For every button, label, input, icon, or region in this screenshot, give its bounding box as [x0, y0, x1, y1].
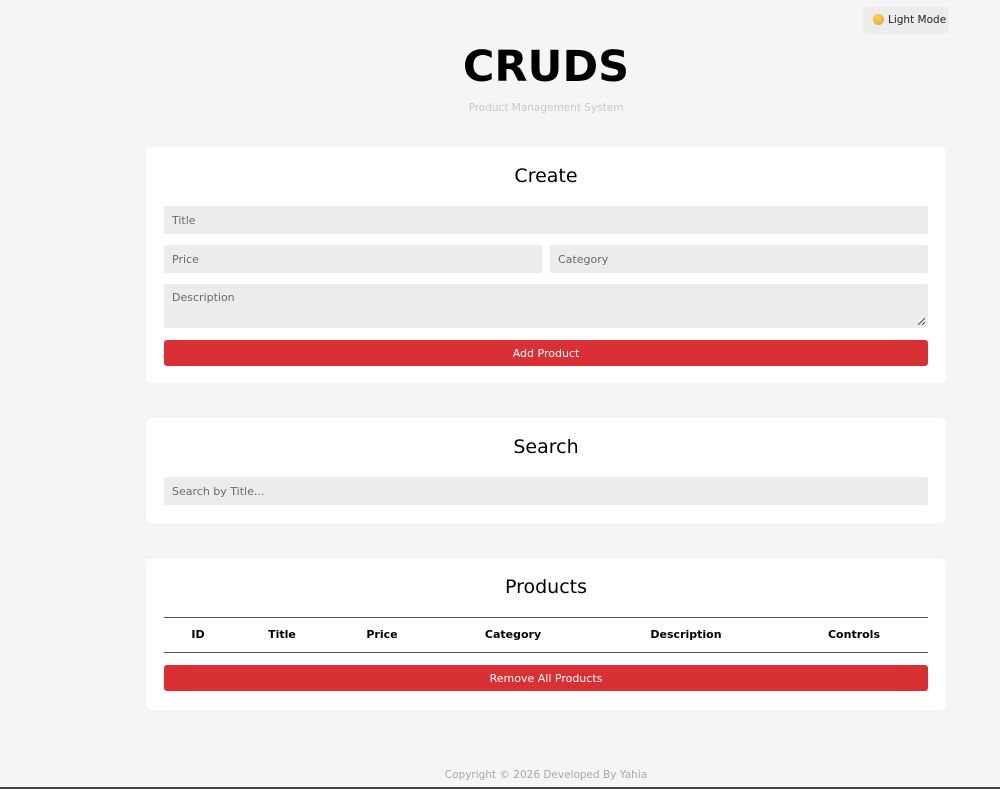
add-product-button[interactable]: Add Product [164, 340, 928, 366]
search-heading: Search [513, 436, 579, 458]
column-header-id: ID [191, 628, 205, 641]
column-header-title: Title [268, 628, 296, 641]
create-heading: Create [514, 165, 578, 187]
column-header-price: Price [366, 628, 398, 641]
column-header-description: Description [650, 628, 722, 641]
column-header-controls: Controls [827, 628, 881, 641]
title-input[interactable] [164, 206, 928, 234]
theme-toggle-label: Light Mode [888, 13, 947, 26]
products-heading: Products [504, 576, 588, 598]
products-table-header: ID Title Price Category Description Cont… [164, 617, 928, 653]
sun-icon [873, 14, 884, 25]
search-input[interactable] [164, 477, 928, 505]
products-card: Products ID Title Price Category Descrip… [146, 559, 946, 710]
resize-handle-icon[interactable] [918, 318, 925, 325]
description-wrapper [164, 284, 928, 328]
page-subtitle: Product Management System [468, 102, 624, 114]
footer-copyright: Copyright © 2026 Developed By Yahia [444, 769, 648, 781]
category-input[interactable] [550, 245, 928, 273]
price-input[interactable] [164, 245, 542, 273]
search-card: Search [146, 418, 946, 523]
create-card: Create Add Product [146, 147, 946, 383]
column-header-category: Category [484, 628, 542, 641]
description-textarea[interactable] [164, 284, 928, 328]
page-title: CRUDS [462, 42, 630, 92]
remove-all-products-button[interactable]: Remove All Products [164, 665, 928, 691]
theme-toggle-button[interactable]: Light Mode [864, 7, 948, 32]
